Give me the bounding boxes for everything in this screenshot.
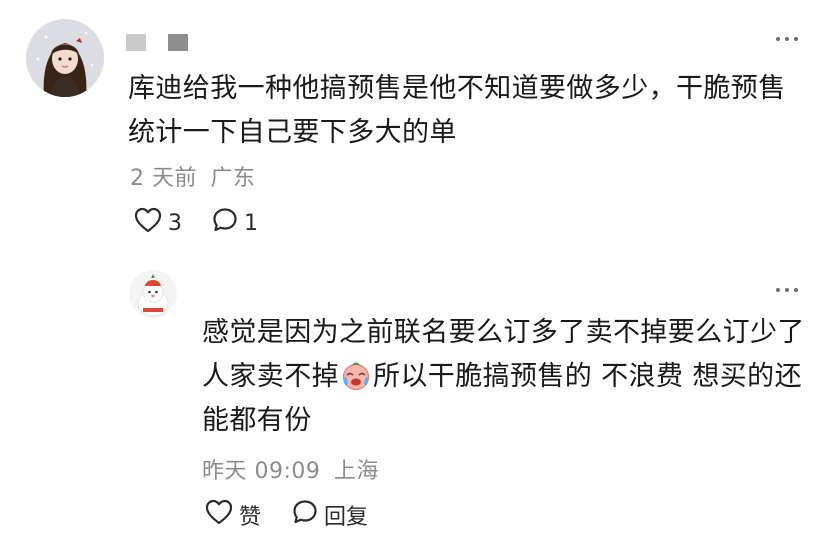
- reply-label: 回复: [324, 505, 369, 530]
- commenter-avatar[interactable]: [26, 19, 104, 97]
- heart-icon: [134, 207, 162, 239]
- crying-face-emoji-icon: [341, 361, 371, 391]
- like-count: 3: [168, 210, 182, 236]
- reply-text: 感觉是因为之前联名要么订多了卖不掉要么订少了人家卖不掉 所以干脆搞预售的 不浪费…: [202, 311, 812, 443]
- reply-more-options-icon[interactable]: [776, 285, 798, 295]
- comment-reply-button[interactable]: 1: [212, 207, 258, 239]
- comment-text: 库迪给我一种他搞预售是他不知道要做多少，干脆预售统计一下自己要下多大的单: [128, 73, 786, 148]
- comment-more-options-icon[interactable]: [776, 34, 798, 44]
- reply-count: 1: [244, 210, 258, 236]
- reply-meta: 昨天 09:09 上海: [202, 453, 379, 485]
- commenter-name-redacted[interactable]: [126, 33, 188, 51]
- reply-location: 上海: [333, 459, 379, 484]
- like-label: 赞: [239, 505, 262, 530]
- reply-like-button[interactable]: 赞: [205, 499, 261, 531]
- reply-reply-button[interactable]: 回复: [292, 499, 368, 531]
- speech-bubble-icon: [292, 499, 318, 531]
- redaction-block: [168, 33, 188, 51]
- heart-icon: [205, 499, 233, 531]
- comment-location: 广东: [210, 166, 256, 191]
- comment-meta: 2 天前 广东: [130, 160, 256, 192]
- comment-time: 2 天前: [130, 166, 197, 191]
- replier-avatar[interactable]: [129, 270, 177, 318]
- redaction-block: [126, 33, 146, 51]
- speech-bubble-icon: [212, 207, 238, 239]
- reply-time: 昨天 09:09: [202, 459, 321, 484]
- comment-like-button[interactable]: 3: [134, 207, 182, 239]
